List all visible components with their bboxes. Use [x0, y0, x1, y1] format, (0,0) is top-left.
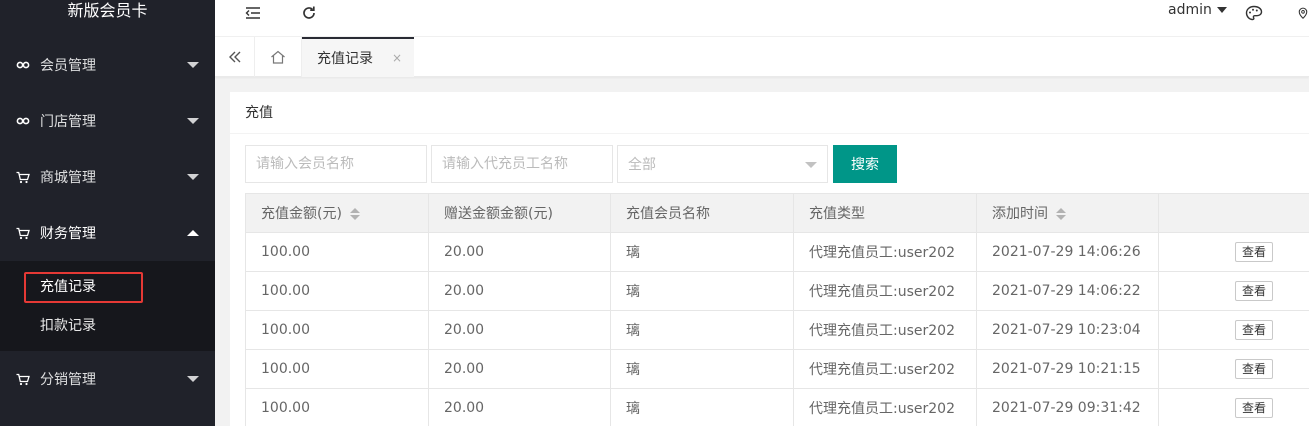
sidebar-item-stores[interactable]: 门店管理 — [0, 93, 215, 149]
sidebar-item-finance[interactable]: 财务管理 — [0, 205, 215, 261]
col-added-time[interactable]: 添加时间 — [976, 193, 1159, 233]
sidebar: 新版会员卡 会员管理 门店管理 商城管理 财务管理 充值记录 扣款记录 分销管理 — [0, 0, 215, 426]
cell-time: 2021-07-29 09:31:42 — [976, 388, 1159, 426]
staff-name-input[interactable] — [431, 145, 613, 183]
search-button[interactable]: 搜索 — [833, 145, 897, 183]
col-bonus-amount: 赠送金额金额(元) — [428, 193, 611, 233]
cell-bonus: 20.00 — [428, 310, 611, 350]
sidebar-item-members[interactable]: 会员管理 — [0, 37, 215, 93]
caret-down-icon — [1216, 7, 1227, 13]
table-row: 100.00 20.00 璃 代理充值员工:user202 2021-07-29… — [245, 349, 1309, 389]
view-button[interactable]: 查看 — [1235, 281, 1274, 301]
tab-recharge-records[interactable]: 充值记录 × — [302, 37, 414, 77]
finance-submenu: 充值记录 扣款记录 — [0, 261, 215, 351]
cell-time: 2021-07-29 10:21:15 — [976, 349, 1159, 389]
sort-icon[interactable] — [1056, 208, 1066, 220]
top-header: admin — [215, 0, 1309, 37]
cell-type: 代理充值员工:user202 — [793, 388, 977, 426]
chevron-down-icon — [187, 174, 199, 180]
chevron-down-icon — [187, 62, 199, 68]
cell-action: 查看 — [1158, 232, 1309, 272]
cell-time: 2021-07-29 14:06:22 — [976, 271, 1159, 311]
view-button[interactable]: 查看 — [1235, 398, 1274, 418]
sidebar-item-label: 会员管理 — [40, 58, 96, 74]
type-select-value: 全部 — [628, 157, 656, 173]
double-left-icon[interactable] — [215, 37, 255, 77]
col-recharge-amount[interactable]: 充值金额(元) — [245, 193, 429, 233]
sidebar-item-label: 财务管理 — [40, 226, 96, 242]
home-icon[interactable] — [255, 37, 302, 77]
type-select[interactable]: 全部 — [617, 145, 828, 183]
chevron-up-icon — [187, 230, 199, 236]
cell-amount: 100.00 — [245, 310, 429, 350]
cell-action: 查看 — [1158, 271, 1309, 311]
table-row: 100.00 20.00 璃 代理充值员工:user202 2021-07-29… — [245, 388, 1309, 426]
cell-bonus: 20.00 — [428, 232, 611, 272]
username: admin — [1168, 2, 1212, 18]
cart-icon — [16, 170, 30, 184]
sidebar-item-distribution[interactable]: 分销管理 — [0, 351, 215, 407]
cell-action: 查看 — [1158, 349, 1309, 389]
cart-icon — [16, 226, 30, 240]
palette-icon[interactable] — [1243, 0, 1265, 26]
cell-amount: 100.00 — [245, 388, 429, 426]
sidebar-item-shop[interactable]: 商城管理 — [0, 149, 215, 205]
cell-member: 璃 — [610, 388, 794, 426]
cell-member: 璃 — [610, 310, 794, 350]
cart-icon — [16, 372, 30, 386]
sidebar-item-label: 分销管理 — [40, 372, 96, 388]
refresh-icon[interactable] — [297, 0, 321, 26]
link-icon — [16, 58, 30, 72]
sidebar-item-label: 商城管理 — [40, 170, 96, 186]
cell-type: 代理充值员工:user202 — [793, 271, 977, 311]
cell-time: 2021-07-29 10:23:04 — [976, 310, 1159, 350]
view-button[interactable]: 查看 — [1235, 320, 1274, 340]
view-button[interactable]: 查看 — [1235, 242, 1274, 262]
view-button[interactable]: 查看 — [1235, 359, 1274, 379]
table-row: 100.00 20.00 璃 代理充值员工:user202 2021-07-29… — [245, 310, 1309, 350]
col-member-name: 充值会员名称 — [610, 193, 794, 233]
content-card: 充值 全部 搜索 充值金额(元) 赠送金额金额(元) 充值会员名称 充值类型 添… — [230, 92, 1309, 426]
user-menu[interactable]: admin — [1168, 2, 1227, 18]
chevron-down-icon — [187, 376, 199, 382]
close-icon[interactable]: × — [392, 51, 402, 65]
table-row: 100.00 20.00 璃 代理充值员工:user202 2021-07-29… — [245, 271, 1309, 311]
tab-bar: 充值记录 × — [215, 37, 1309, 77]
sidebar-subitem-recharge-records[interactable]: 充值记录 — [0, 268, 215, 306]
sidebar-subitem-deduction-records[interactable]: 扣款记录 — [0, 307, 215, 345]
cell-amount: 100.00 — [245, 271, 429, 311]
cell-bonus: 20.00 — [428, 271, 611, 311]
cell-action: 查看 — [1158, 310, 1309, 350]
cell-type: 代理充值员工:user202 — [793, 232, 977, 272]
cell-amount: 100.00 — [245, 349, 429, 389]
menu-fold-icon[interactable] — [241, 0, 265, 26]
member-name-input[interactable] — [245, 145, 427, 183]
cell-bonus: 20.00 — [428, 349, 611, 389]
recharge-table: 充值金额(元) 赠送金额金额(元) 充值会员名称 充值类型 添加时间 100.0… — [245, 193, 1309, 426]
cell-time: 2021-07-29 14:06:26 — [976, 232, 1159, 272]
tab-label: 充值记录 — [317, 51, 373, 67]
cell-member: 璃 — [610, 271, 794, 311]
sidebar-item-label: 门店管理 — [40, 114, 96, 130]
cell-type: 代理充值员工:user202 — [793, 349, 977, 389]
chevron-down-icon — [805, 162, 817, 168]
cell-amount: 100.00 — [245, 232, 429, 272]
table-row: 100.00 20.00 璃 代理充值员工:user202 2021-07-29… — [245, 232, 1309, 272]
col-actions — [1158, 193, 1309, 233]
cell-action: 查看 — [1158, 388, 1309, 426]
app-logo: 新版会员卡 — [67, 1, 148, 20]
cell-member: 璃 — [610, 349, 794, 389]
sort-icon[interactable] — [349, 208, 360, 220]
table-header-row: 充值金额(元) 赠送金额金额(元) 充值会员名称 充值类型 添加时间 — [245, 193, 1309, 233]
cell-type: 代理充值员工:user202 — [793, 310, 977, 350]
col-recharge-type: 充值类型 — [793, 193, 977, 233]
cell-bonus: 20.00 — [428, 388, 611, 426]
card-title: 充值 — [230, 92, 1309, 134]
chevron-down-icon — [187, 118, 199, 124]
cell-member: 璃 — [610, 232, 794, 272]
link-icon — [16, 114, 30, 128]
location-icon[interactable] — [1297, 0, 1309, 26]
